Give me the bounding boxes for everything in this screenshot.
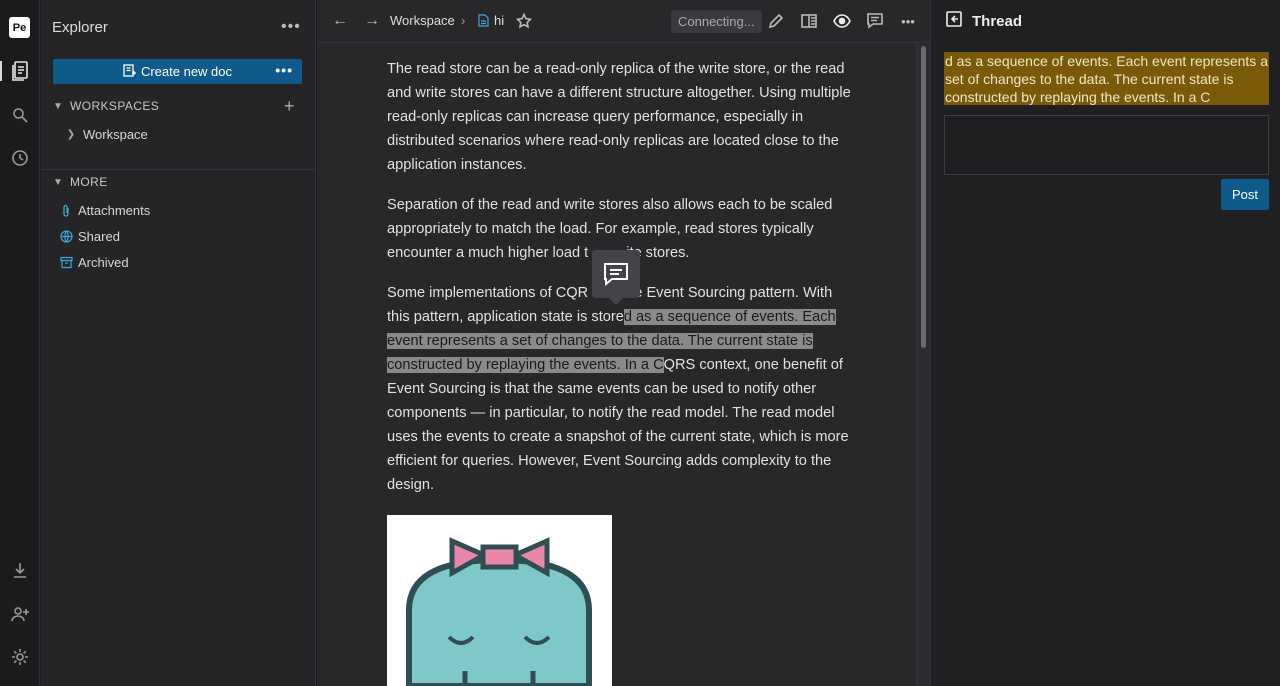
- app-logo[interactable]: Pe: [9, 17, 30, 38]
- doc-name: hi: [494, 13, 505, 28]
- workspaces-section-header[interactable]: ▼ WORKSPACES: [53, 99, 159, 113]
- star-icon[interactable]: [515, 12, 533, 30]
- close-panel-icon[interactable]: [946, 11, 962, 32]
- documents-icon[interactable]: [0, 61, 40, 81]
- globe-icon: [58, 230, 74, 243]
- archive-icon: [58, 256, 74, 269]
- split-view-icon[interactable]: [800, 12, 818, 30]
- chevron-right-icon: ❯: [66, 129, 76, 140]
- search-icon[interactable]: [10, 105, 30, 125]
- more-header-label: MORE: [70, 175, 108, 189]
- create-new-doc-label: Create new doc: [140, 64, 233, 79]
- breadcrumb-separator-icon: ›: [461, 13, 466, 28]
- tree-item-archived[interactable]: Archived: [58, 255, 129, 270]
- workspaces-header-label: WORKSPACES: [70, 99, 160, 113]
- breadcrumb-workspace[interactable]: Workspace: [390, 13, 455, 28]
- thread-panel: Thread d as a sequence of events. Each e…: [930, 0, 1280, 686]
- editor-toolbar: ← → Workspace › hi Connecting... •••: [317, 0, 930, 43]
- app-window: Pe Explorer ••• Create new doc ••• ▼ WOR…: [0, 0, 1280, 686]
- post-button[interactable]: Post: [1221, 179, 1269, 210]
- scrollbar-thumb[interactable]: [921, 46, 926, 348]
- add-comment-button[interactable]: [592, 250, 640, 305]
- paragraph: Some implementations of CQR he Event Sour…: [387, 281, 851, 497]
- activity-rail: Pe: [0, 0, 40, 686]
- thread-title: Thread: [972, 13, 1023, 30]
- comment-icon: [604, 263, 628, 286]
- attachments-label: Attachments: [78, 203, 151, 218]
- edit-icon[interactable]: [767, 12, 785, 30]
- add-workspace-icon[interactable]: +: [284, 96, 295, 117]
- forward-arrow-icon[interactable]: →: [364, 12, 380, 30]
- divider: [41, 169, 316, 170]
- comment-input[interactable]: [944, 115, 1269, 175]
- workspace-label: Workspace: [83, 127, 148, 142]
- create-new-doc-button[interactable]: Create new doc •••: [53, 59, 302, 84]
- text-span: Some implementations of CQR: [387, 285, 589, 301]
- quoted-selection: d as a sequence of events. Each event re…: [944, 52, 1269, 105]
- chevron-down-icon: ▼: [53, 176, 64, 188]
- preview-eye-icon[interactable]: [833, 12, 851, 30]
- invite-icon[interactable]: [10, 604, 30, 624]
- ghost-illustration-icon: [406, 537, 592, 686]
- explorer-title: Explorer: [52, 19, 108, 36]
- new-doc-icon: [123, 63, 136, 80]
- paragraph: The read store can be a read-only replic…: [387, 61, 851, 173]
- tree-item-attachments[interactable]: Attachments: [58, 203, 150, 218]
- tree-item-shared[interactable]: Shared: [58, 229, 120, 244]
- comments-icon[interactable]: [866, 12, 884, 30]
- document-icon: [478, 14, 489, 27]
- archived-label: Archived: [78, 255, 129, 270]
- breadcrumb-doc[interactable]: hi: [478, 13, 504, 28]
- shared-label: Shared: [78, 229, 120, 244]
- embedded-image: [387, 515, 612, 686]
- create-options-icon[interactable]: •••: [275, 62, 293, 78]
- connection-status-badge: Connecting...: [671, 10, 762, 33]
- text-span: QRS context, one benefit of Event Sourci…: [387, 357, 849, 493]
- explorer-more-icon[interactable]: •••: [281, 18, 301, 36]
- explorer-panel: Explorer ••• Create new doc ••• ▼ WORKSP…: [41, 0, 316, 686]
- tree-item-workspace[interactable]: ❯ Workspace: [63, 127, 148, 142]
- settings-icon[interactable]: [10, 647, 30, 667]
- more-options-icon[interactable]: •••: [899, 12, 917, 30]
- more-section-header[interactable]: ▼ MORE: [53, 175, 108, 189]
- back-arrow-icon[interactable]: ←: [332, 12, 348, 30]
- paperclip-icon: [58, 204, 74, 218]
- editor-pane: ← → Workspace › hi Connecting... ••• The…: [317, 0, 930, 686]
- download-icon[interactable]: [10, 560, 30, 580]
- history-icon[interactable]: [10, 148, 30, 168]
- chevron-down-icon: ▼: [53, 100, 64, 112]
